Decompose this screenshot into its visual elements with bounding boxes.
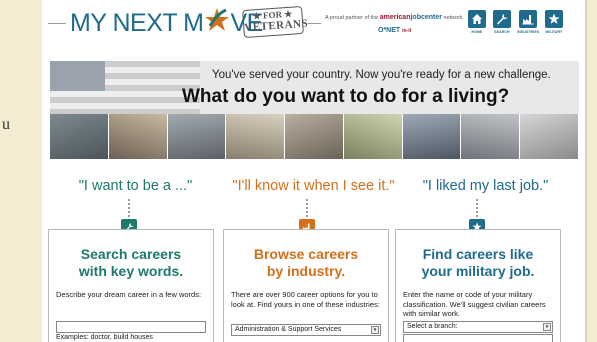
logo-text: MY NEXT M xyxy=(70,9,204,37)
card-description: Enter the name or code of your military … xyxy=(403,290,546,318)
industry-select[interactable]: Administration & Support Services ▾ xyxy=(231,324,381,336)
hero-photo-strip xyxy=(50,114,579,159)
site-header: MY NEXT M VE ★ FOR ★ VETERANS A proud par… xyxy=(42,0,585,50)
photo-chef xyxy=(520,114,579,159)
hero-subtitle: You've served your country. Now you're r… xyxy=(212,69,551,81)
veterans-stamp: ★ FOR ★ VETERANS xyxy=(242,5,309,39)
card-title: Find careers like your military job. xyxy=(421,246,535,279)
card-military-job: Find careers like your military job. Ente… xyxy=(395,229,561,342)
branch-select[interactable]: Select a branch: ▾ xyxy=(403,321,553,333)
wrench-icon xyxy=(493,10,511,28)
keyword-examples: Examples: doctor, build houses xyxy=(56,334,153,341)
card-description: There are over 900 career options for yo… xyxy=(231,290,380,309)
left-document-margin: u xyxy=(0,0,42,342)
connector-dots xyxy=(476,199,478,217)
header-rule-mid xyxy=(308,23,321,24)
photo-engineer xyxy=(461,114,521,159)
photo-city xyxy=(226,114,286,159)
edge-text: u xyxy=(2,116,10,133)
card-title: Search careers with key words. xyxy=(78,246,184,279)
photo-worker xyxy=(108,114,168,159)
nav-industries[interactable]: INDUSTRIES xyxy=(517,10,539,34)
logo-arrow-icon xyxy=(205,8,229,31)
military-code-input[interactable] xyxy=(403,334,553,342)
chevron-down-icon: ▾ xyxy=(371,326,379,334)
career-keyword-input[interactable] xyxy=(56,321,206,333)
nav-home[interactable]: HOME xyxy=(466,10,488,34)
slogan-military: "I liked my last job." xyxy=(422,178,549,194)
slogan-industry: "I'll know it when I see it." xyxy=(232,178,395,194)
site-logo[interactable]: MY NEXT M VE xyxy=(70,9,263,38)
screenshot: u MY NEXT M VE ★ FOR ★ VETERANS A proud p… xyxy=(0,0,597,342)
card-browse-industry: Browse careers by industry. There are ove… xyxy=(223,229,389,342)
photo-scientist xyxy=(50,114,109,159)
slogan-keywords: "I want to be a ..." xyxy=(78,178,193,194)
house-icon xyxy=(468,10,486,28)
hero-banner: You've served your country. Now you're r… xyxy=(50,61,579,159)
onet-logo[interactable]: O*NET in-it xyxy=(378,27,411,34)
header-rule-left xyxy=(48,23,66,24)
flag-canton xyxy=(50,61,105,91)
partner-text[interactable]: A proud partner of the americanjobcenter… xyxy=(325,14,463,21)
card-title: Browse careers by industry. xyxy=(253,246,359,279)
nav-military[interactable]: MILITARY xyxy=(543,10,565,34)
photo-pilot xyxy=(167,114,227,159)
right-document-margin xyxy=(585,0,597,342)
connector-dots xyxy=(306,199,308,217)
photo-doctor xyxy=(402,114,462,159)
connector-dots xyxy=(128,199,130,217)
card-description: Describe your dream career in a few word… xyxy=(56,290,202,299)
nav-search[interactable]: SEARCH xyxy=(491,10,513,34)
web-page: MY NEXT M VE ★ FOR ★ VETERANS A proud par… xyxy=(42,0,585,342)
industries-icon xyxy=(519,10,537,28)
star-icon xyxy=(545,10,563,28)
chevron-down-icon: ▾ xyxy=(543,323,551,331)
photo-lineman xyxy=(343,114,403,159)
card-search-keywords: Search careers with key words. Describe y… xyxy=(48,229,214,342)
hero-title: What do you want to do for a living? xyxy=(182,86,510,107)
photo-helmet xyxy=(285,114,344,159)
